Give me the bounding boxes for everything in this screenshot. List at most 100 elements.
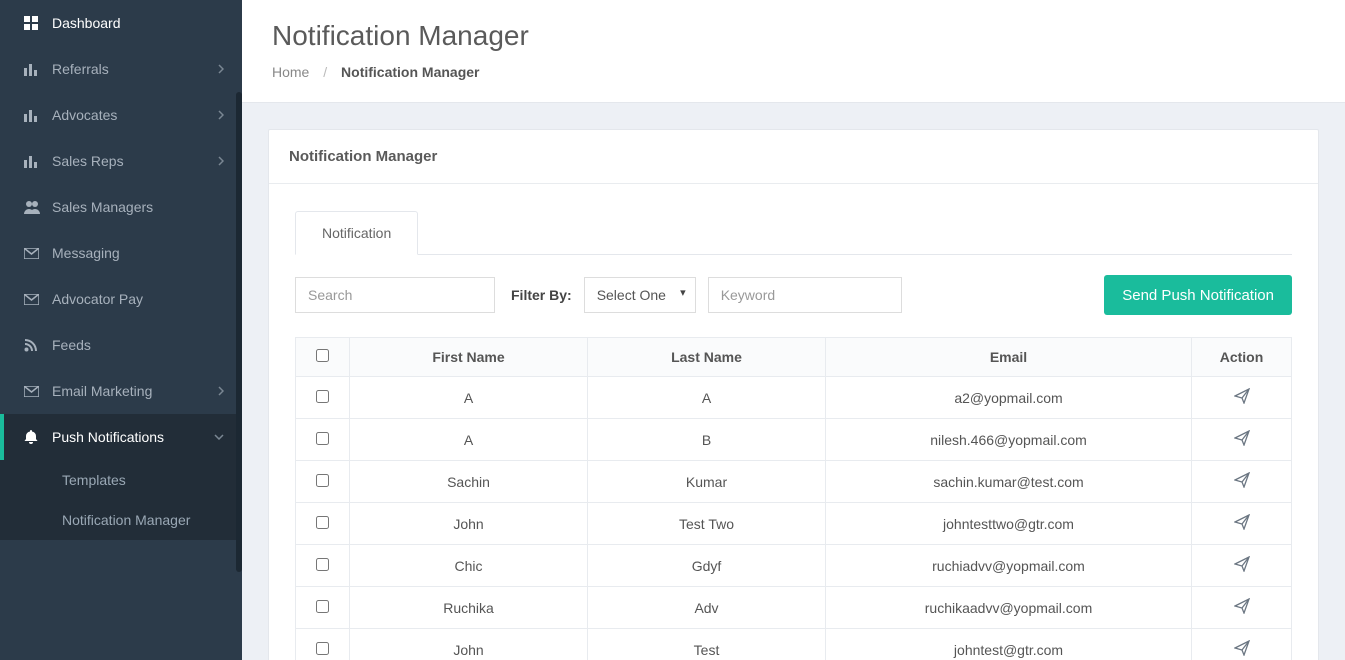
cell-first-name: John bbox=[350, 629, 588, 660]
sidebar-subitem-templates[interactable]: Templates bbox=[0, 460, 242, 500]
cell-first-name: John bbox=[350, 503, 588, 545]
sidebar-item-feeds[interactable]: Feeds bbox=[0, 322, 242, 368]
row-checkbox[interactable] bbox=[316, 600, 329, 613]
column-header: Last Name bbox=[588, 338, 826, 377]
sidebar-item-label: Sales Reps bbox=[52, 153, 218, 169]
sidebar-item-label: Push Notifications bbox=[52, 429, 214, 445]
cell-last-name: Test Two bbox=[588, 503, 826, 545]
table-row: Ruchika Adv ruchikaadvv@yopmail.com bbox=[296, 587, 1292, 629]
breadcrumb-sep: / bbox=[323, 64, 327, 80]
tab-bar: Notification bbox=[295, 210, 1292, 255]
sidebar-scrollbar-thumb[interactable] bbox=[236, 92, 242, 572]
cell-email: nilesh.466@yopmail.com bbox=[826, 419, 1192, 461]
sidebar-item-sales-reps[interactable]: Sales Reps bbox=[0, 138, 242, 184]
sidebar-item-advocates[interactable]: Advocates bbox=[0, 92, 242, 138]
sidebar-item-label: Feeds bbox=[52, 337, 224, 353]
column-header: Action bbox=[1192, 338, 1292, 377]
bell-icon bbox=[24, 430, 52, 444]
cell-first-name: A bbox=[350, 377, 588, 419]
row-checkbox[interactable] bbox=[316, 516, 329, 529]
column-checkbox bbox=[296, 338, 350, 377]
page-title: Notification Manager bbox=[272, 20, 1315, 52]
search-input[interactable] bbox=[295, 277, 495, 313]
grid-icon bbox=[24, 16, 52, 30]
sidebar-item-push-notifications[interactable]: Push Notifications bbox=[0, 414, 242, 460]
table-row: John Test Two johntesttwo@gtr.com bbox=[296, 503, 1292, 545]
rss-icon bbox=[24, 338, 52, 352]
cell-email: johntesttwo@gtr.com bbox=[826, 503, 1192, 545]
select-all-checkbox[interactable] bbox=[316, 349, 329, 362]
send-push-notification-button[interactable]: Send Push Notification bbox=[1104, 275, 1292, 315]
page-header: Notification Manager Home / Notification… bbox=[242, 0, 1345, 103]
chevron-down-icon bbox=[214, 434, 224, 440]
sidebar-item-email-marketing[interactable]: Email Marketing bbox=[0, 368, 242, 414]
chevron-right-icon bbox=[218, 386, 224, 396]
breadcrumb-home[interactable]: Home bbox=[272, 64, 309, 80]
cell-first-name: Sachin bbox=[350, 461, 588, 503]
sidebar-item-label: Advocates bbox=[52, 107, 218, 123]
row-checkbox[interactable] bbox=[316, 558, 329, 571]
send-action-icon[interactable] bbox=[1234, 430, 1250, 446]
table-row: John Test johntest@gtr.com bbox=[296, 629, 1292, 660]
chevron-right-icon bbox=[218, 64, 224, 74]
send-action-icon[interactable] bbox=[1234, 388, 1250, 404]
card-title: Notification Manager bbox=[269, 130, 1318, 184]
sidebar-item-label: Advocator Pay bbox=[52, 291, 224, 307]
chevron-right-icon bbox=[218, 110, 224, 120]
tab-notification[interactable]: Notification bbox=[295, 211, 418, 255]
keyword-input[interactable] bbox=[708, 277, 902, 313]
bars-icon bbox=[24, 62, 52, 76]
send-action-icon[interactable] bbox=[1234, 472, 1250, 488]
cell-email: sachin.kumar@test.com bbox=[826, 461, 1192, 503]
cell-email: ruchiadvv@yopmail.com bbox=[826, 545, 1192, 587]
breadcrumb-current: Notification Manager bbox=[341, 64, 479, 80]
table-row: A B nilesh.466@yopmail.com bbox=[296, 419, 1292, 461]
sidebar-item-label: Sales Managers bbox=[52, 199, 224, 215]
sidebar-item-dashboard[interactable]: Dashboard bbox=[0, 0, 242, 46]
cell-last-name: Test bbox=[588, 629, 826, 660]
envelope-icon bbox=[24, 294, 52, 305]
cell-last-name: Adv bbox=[588, 587, 826, 629]
sidebar-item-messaging[interactable]: Messaging bbox=[0, 230, 242, 276]
cell-last-name: B bbox=[588, 419, 826, 461]
envelope-icon bbox=[24, 386, 52, 397]
bars-icon bbox=[24, 108, 52, 122]
table-row: Sachin Kumar sachin.kumar@test.com bbox=[296, 461, 1292, 503]
send-action-icon[interactable] bbox=[1234, 598, 1250, 614]
sidebar-item-label: Email Marketing bbox=[52, 383, 218, 399]
card-notification-manager: Notification Manager Notification Filter… bbox=[268, 129, 1319, 660]
filter-row: Filter By: Select One Send Push Notifica… bbox=[295, 275, 1292, 315]
row-checkbox[interactable] bbox=[316, 432, 329, 445]
cell-email: johntest@gtr.com bbox=[826, 629, 1192, 660]
cell-first-name: Chic bbox=[350, 545, 588, 587]
cell-first-name: A bbox=[350, 419, 588, 461]
cell-last-name: Gdyf bbox=[588, 545, 826, 587]
sidebar-item-sales-managers[interactable]: Sales Managers bbox=[0, 184, 242, 230]
cell-first-name: Ruchika bbox=[350, 587, 588, 629]
sidebar-item-referrals[interactable]: Referrals bbox=[0, 46, 242, 92]
filter-by-label: Filter By: bbox=[511, 287, 572, 303]
sidebar: Dashboard Referrals Advocates Sales Reps… bbox=[0, 0, 242, 660]
row-checkbox[interactable] bbox=[316, 474, 329, 487]
table-row: Chic Gdyf ruchiadvv@yopmail.com bbox=[296, 545, 1292, 587]
sidebar-item-label: Referrals bbox=[52, 61, 218, 77]
row-checkbox[interactable] bbox=[316, 642, 329, 655]
cell-last-name: A bbox=[588, 377, 826, 419]
cell-email: a2@yopmail.com bbox=[826, 377, 1192, 419]
send-action-icon[interactable] bbox=[1234, 514, 1250, 530]
notification-table: First NameLast NameEmailAction A A a2@yo… bbox=[295, 337, 1292, 660]
send-action-icon[interactable] bbox=[1234, 640, 1250, 656]
row-checkbox[interactable] bbox=[316, 390, 329, 403]
cell-last-name: Kumar bbox=[588, 461, 826, 503]
sidebar-item-advocator-pay[interactable]: Advocator Pay bbox=[0, 276, 242, 322]
main-content: Notification Manager Home / Notification… bbox=[242, 0, 1345, 660]
table-row: A A a2@yopmail.com bbox=[296, 377, 1292, 419]
filter-select[interactable]: Select One bbox=[584, 277, 696, 313]
chevron-right-icon bbox=[218, 156, 224, 166]
sidebar-scrollbar-track bbox=[236, 0, 242, 660]
sidebar-subitem-notification-manager[interactable]: Notification Manager bbox=[0, 500, 242, 540]
send-action-icon[interactable] bbox=[1234, 556, 1250, 572]
column-header: First Name bbox=[350, 338, 588, 377]
column-header: Email bbox=[826, 338, 1192, 377]
users-icon bbox=[24, 200, 52, 214]
